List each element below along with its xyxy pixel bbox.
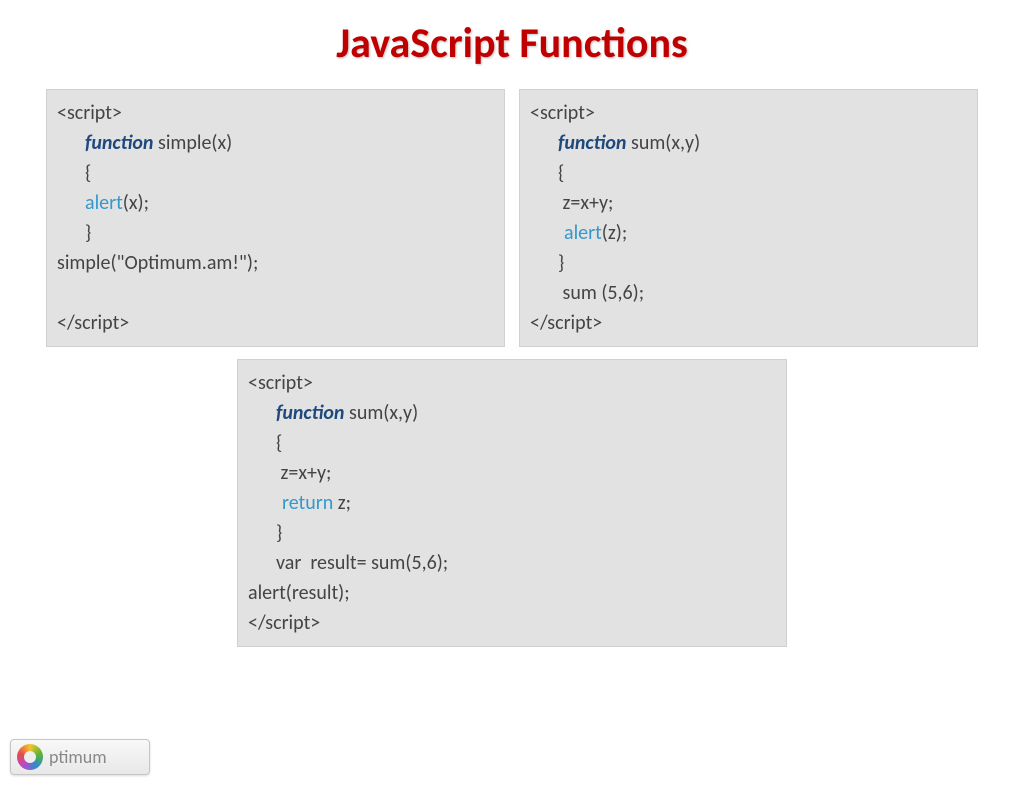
code-box-sum-alert: <script> function sum(x,y) { z=x+y; aler…: [519, 89, 978, 347]
ring-icon: [17, 744, 43, 770]
fn-alert: alert: [85, 191, 123, 215]
watermark-logo: ptimum: [10, 739, 150, 775]
code-text: <script>: [57, 101, 122, 125]
code-text: {: [276, 431, 282, 455]
code-text: (z);: [602, 221, 627, 245]
code-text: {: [558, 161, 564, 185]
code-text: var result= sum(5,6);: [276, 551, 448, 575]
code-text: simple("Optimum.am!");: [57, 251, 258, 275]
code-text: (x);: [123, 191, 149, 215]
code-text: }: [558, 251, 564, 275]
code-text: z=x+y;: [276, 461, 331, 485]
code-text: }: [276, 521, 282, 545]
code-text: </script>: [530, 311, 602, 335]
code-text: }: [85, 221, 91, 245]
code-text: <script>: [530, 101, 595, 125]
fn-alert: alert: [564, 221, 602, 245]
code-text: z=x+y;: [558, 191, 613, 215]
code-text: simple(x): [153, 131, 232, 155]
code-text: </script>: [57, 311, 129, 335]
keyword-return: return: [282, 491, 333, 515]
code-text: sum(x,y): [626, 131, 700, 155]
page-title: JavaScript Functions: [0, 18, 1024, 69]
top-row: <script> function simple(x) { alert(x); …: [0, 89, 1024, 347]
code-box-sum-return: <script> function sum(x,y) { z=x+y; retu…: [237, 359, 787, 647]
watermark-text: ptimum: [49, 746, 107, 768]
keyword-function: function: [85, 131, 153, 155]
code-text: z;: [333, 491, 351, 515]
code-text: {: [85, 161, 91, 185]
keyword-function: function: [558, 131, 626, 155]
code-text: <script>: [248, 371, 313, 395]
code-text: </script>: [248, 611, 320, 635]
code-box-simple: <script> function simple(x) { alert(x); …: [46, 89, 505, 347]
code-text: sum (5,6);: [558, 281, 644, 305]
code-text: alert(result);: [248, 581, 350, 605]
keyword-function: function: [276, 401, 344, 425]
code-text: sum(x,y): [344, 401, 418, 425]
